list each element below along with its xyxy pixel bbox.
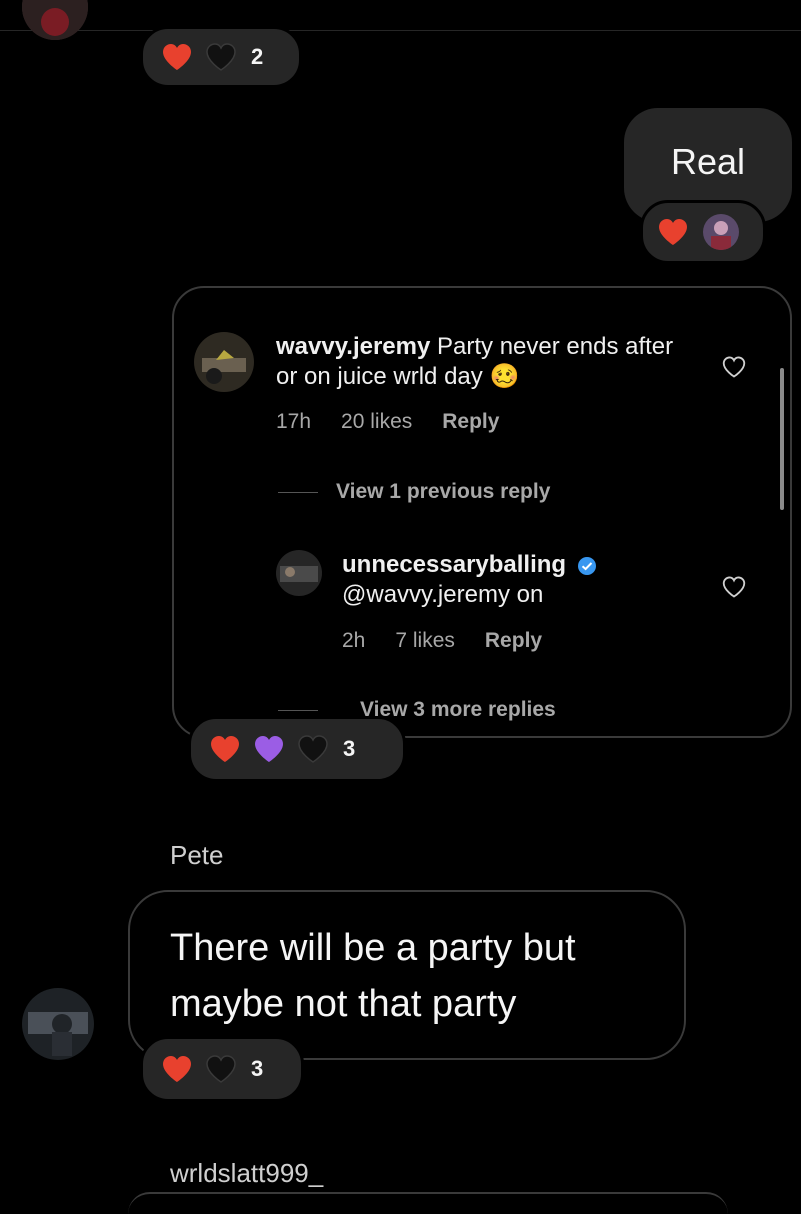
reply-likes[interactable]: 7 likes	[395, 629, 455, 653]
reply-time: 2h	[342, 629, 366, 652]
message-line-2: maybe not that party	[170, 983, 517, 1025]
avatar-image	[276, 550, 322, 596]
comment-username[interactable]: wavvy.jeremy	[276, 333, 430, 360]
comment-meta: 17h 20 likes Reply	[276, 410, 499, 434]
top-divider	[0, 30, 801, 31]
card-scrollbar[interactable]	[780, 368, 784, 510]
red-heart-icon	[659, 219, 687, 245]
red-heart-icon	[211, 736, 239, 762]
thread-line	[278, 491, 318, 493]
reply-body: unnecessaryballing @wavvy.jeremy on	[342, 550, 682, 610]
woozy-face-emoji: 🥴	[489, 363, 520, 390]
comment-likes[interactable]: 20 likes	[341, 410, 412, 434]
purple-heart-icon	[255, 736, 283, 762]
next-message-bubble-edge	[128, 1192, 728, 1214]
reaction-bar-shared[interactable]: 3	[188, 716, 406, 782]
reply-avatar[interactable]	[276, 550, 322, 596]
avatar-image	[22, 0, 88, 40]
message-text: Real	[670, 141, 746, 182]
like-comment-icon[interactable]	[722, 356, 746, 378]
reply-meta: 2h 7 likes Reply	[342, 629, 542, 653]
message-line-1: There will be a party but	[170, 927, 576, 969]
black-heart-icon	[206, 43, 236, 71]
avatar-image	[194, 332, 254, 392]
comment-time: 17h	[276, 410, 312, 433]
comment-reply-button[interactable]: Reply	[442, 410, 499, 434]
red-heart-icon	[163, 1056, 191, 1082]
black-heart-icon	[206, 1055, 236, 1083]
avatar-image	[22, 988, 94, 1060]
thread-line	[278, 709, 318, 711]
like-reply-icon[interactable]	[722, 576, 746, 598]
reaction-bar-incoming[interactable]: 3	[140, 1036, 304, 1102]
reaction-bar-top[interactable]: 2	[140, 26, 302, 88]
sender-name: Pete	[170, 840, 224, 870]
next-sender-name: wrldslatt999_	[170, 1158, 324, 1188]
commenter-avatar[interactable]	[194, 332, 254, 392]
pete-avatar[interactable]	[22, 988, 94, 1060]
view-previous-label[interactable]: View 1 previous reply	[336, 480, 550, 504]
reactor-avatar	[703, 214, 739, 250]
verified-badge-icon	[577, 556, 596, 575]
view-previous-replies[interactable]: View 1 previous reply	[278, 480, 550, 504]
reply-reply-button[interactable]: Reply	[485, 629, 542, 653]
reaction-count: 3	[343, 736, 356, 761]
black-heart-icon	[298, 735, 328, 763]
reply-text: @wavvy.jeremy on	[342, 581, 544, 608]
sender-avatar-top[interactable]	[22, 0, 88, 40]
reaction-bar-outgoing[interactable]	[640, 200, 766, 264]
reply-username[interactable]: unnecessaryballing	[342, 551, 566, 578]
incoming-message-bubble[interactable]: There will be a party but maybe not that…	[128, 890, 686, 1060]
red-heart-icon	[163, 44, 191, 70]
reaction-count: 3	[251, 1056, 264, 1081]
reaction-count: 2	[251, 44, 264, 69]
comment-body: wavvy.jeremy Party never ends after or o…	[276, 332, 696, 392]
